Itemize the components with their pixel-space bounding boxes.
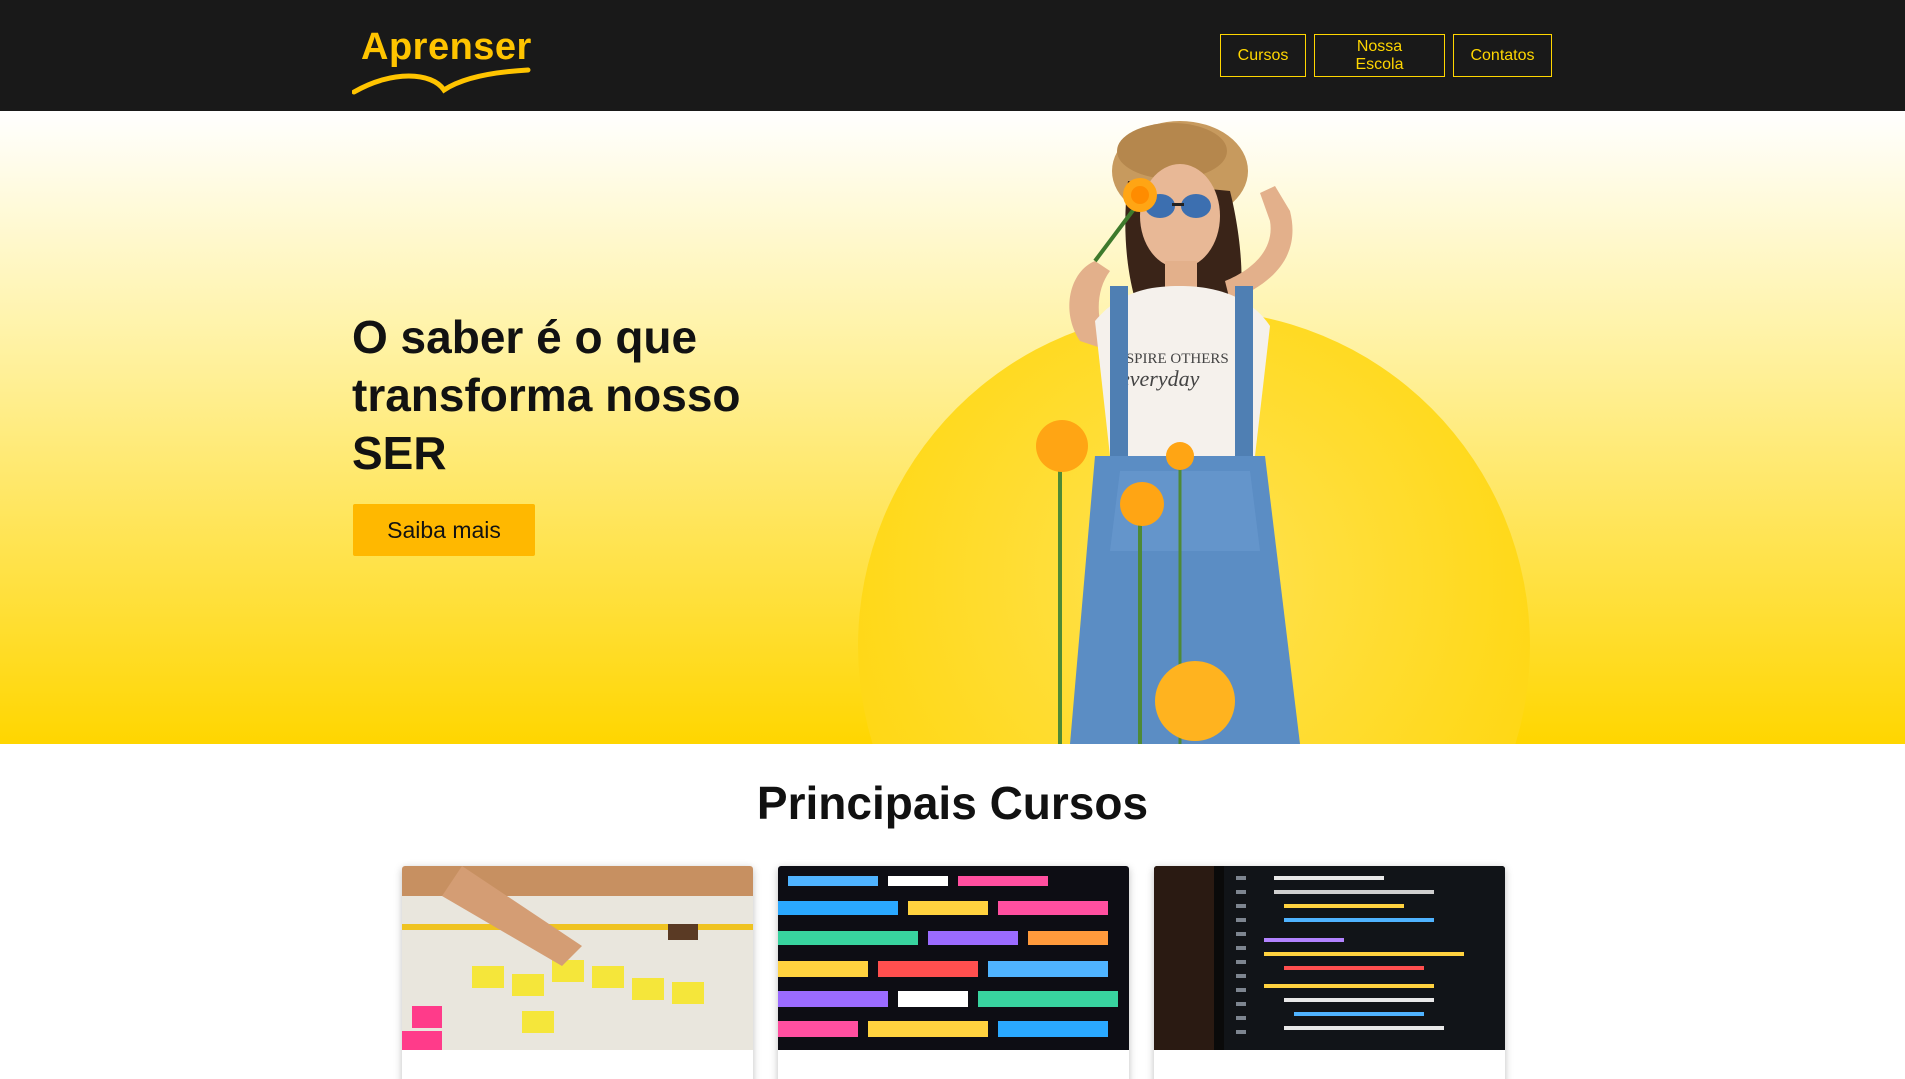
hero-section: O saber é o que transforma nosso SER Sai… xyxy=(0,111,1905,744)
logo-swoosh-icon xyxy=(352,67,531,95)
colorful-code-screen-photo xyxy=(778,866,1129,1050)
python-code-screen-photo xyxy=(1154,866,1505,1050)
course-card-3[interactable] xyxy=(1154,866,1505,1079)
site-header: Aprenser Cursos Nossa Escola Contatos xyxy=(0,0,1905,111)
main-nav: Cursos Nossa Escola Contatos xyxy=(1220,34,1552,77)
saiba-mais-button[interactable]: Saiba mais xyxy=(353,504,535,556)
svg-text:everyday: everyday xyxy=(1120,366,1200,391)
sticky-notes-planning-photo xyxy=(402,866,753,1050)
section-title-principais-cursos: Principais Cursos xyxy=(756,777,1149,829)
course-card-1[interactable] xyxy=(402,866,753,1079)
svg-text:NSPIRE OTHERS: NSPIRE OTHERS xyxy=(1115,351,1229,367)
hero-woman-photo: NSPIRE OTHERS everyday xyxy=(1036,121,1300,744)
course-cards xyxy=(402,866,1505,1079)
nav-contatos-button[interactable]: Contatos xyxy=(1453,34,1552,77)
logo[interactable]: Aprenser xyxy=(352,26,532,98)
nav-nossa-escola-button[interactable]: Nossa Escola xyxy=(1314,34,1445,77)
hero-title: O saber é o que transforma nosso SER xyxy=(352,311,741,479)
course-card-2[interactable] xyxy=(778,866,1129,1079)
nav-cursos-button[interactable]: Cursos xyxy=(1220,34,1306,77)
